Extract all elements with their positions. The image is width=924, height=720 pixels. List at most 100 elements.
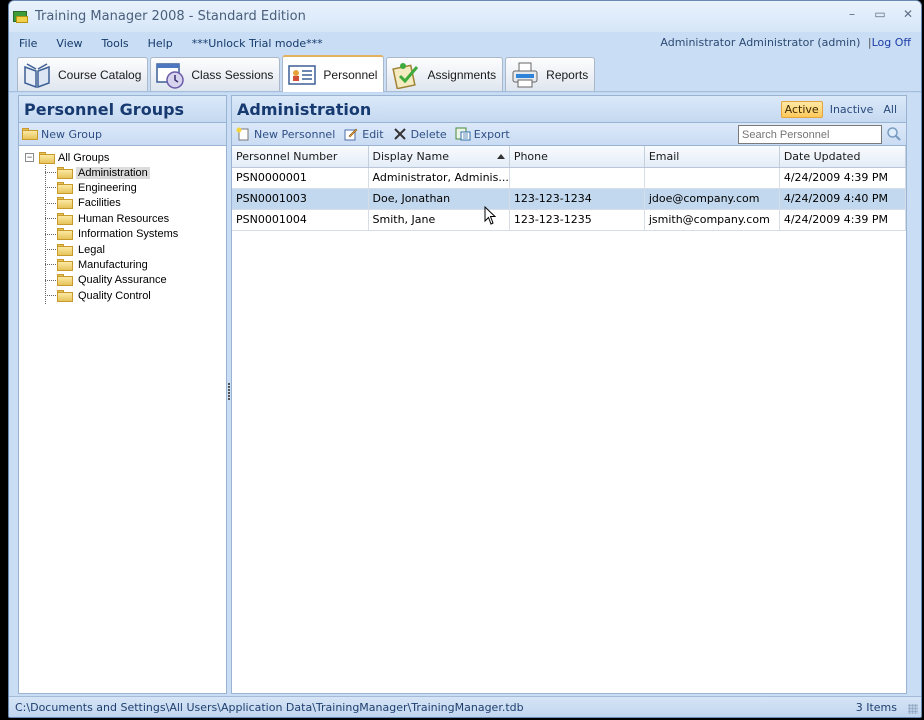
- title-bar: Training Manager 2008 - Standard Edition…: [9, 1, 921, 32]
- tab-reports[interactable]: Reports: [505, 57, 596, 91]
- column-personnel-number[interactable]: Personnel Number: [232, 146, 369, 168]
- tree-item-legal[interactable]: Legal: [45, 242, 226, 257]
- cell-number: PSN0000001: [232, 167, 369, 189]
- cell-updated: 4/24/2009 4:39 PM: [779, 167, 907, 189]
- tab-label: Assignments: [427, 67, 497, 82]
- folder-icon: [57, 197, 73, 210]
- tab-label: Course Catalog: [58, 67, 142, 82]
- column-display-name-label: Display Name: [372, 149, 450, 163]
- item-count: 3 Items: [855, 701, 897, 714]
- collapse-icon[interactable]: −: [25, 153, 34, 162]
- tree-item-human-resources[interactable]: Human Resources: [45, 211, 226, 226]
- resize-grip-icon[interactable]: [908, 704, 918, 714]
- personnel-groups-pane: Personnel Groups New Group − All Groups …: [18, 95, 227, 694]
- personnel-toolbar: New Personnel Edit Delete Export: [232, 123, 906, 146]
- tab-label: Personnel: [323, 67, 378, 82]
- tree-item-engineering[interactable]: Engineering: [45, 180, 226, 195]
- app-logo-icon: [13, 10, 29, 24]
- current-user: Administrator Administrator (admin): [660, 36, 861, 49]
- window-title: Training Manager 2008 - Standard Edition: [35, 9, 306, 24]
- pane-title: Personnel Groups: [19, 96, 226, 123]
- tab-course-catalog[interactable]: Course Catalog: [17, 57, 149, 91]
- status-bar: C:\Documents and Settings\All Users\Appl…: [9, 696, 921, 717]
- folder-icon: [57, 243, 73, 256]
- splitter-grip-icon[interactable]: [228, 383, 230, 401]
- column-email[interactable]: Email: [644, 146, 780, 168]
- delete-x-icon: [392, 127, 408, 141]
- column-phone[interactable]: Phone: [509, 146, 645, 168]
- search-personnel-input[interactable]: [738, 125, 882, 144]
- folder-icon: [57, 212, 73, 225]
- folder-icon: [57, 259, 73, 272]
- search-icon[interactable]: [886, 126, 902, 142]
- tree-root[interactable]: − All Groups: [25, 150, 226, 165]
- menu-help[interactable]: Help: [148, 37, 173, 50]
- cell-phone: 123-123-1235: [509, 209, 645, 231]
- new-group-label: New Group: [41, 127, 102, 141]
- tree-item-administration[interactable]: Administration: [45, 165, 226, 180]
- group-title-text: Administration: [237, 99, 372, 119]
- tree-item-information-systems[interactable]: Information Systems: [45, 227, 226, 242]
- groups-toolbar: New Group: [19, 123, 226, 146]
- tree-item-manufacturing[interactable]: Manufacturing: [45, 257, 226, 272]
- tab-assignments[interactable]: Assignments: [386, 57, 504, 91]
- edit-button[interactable]: Edit: [343, 127, 384, 141]
- cell-updated: 4/24/2009 4:39 PM: [779, 209, 907, 231]
- edit-icon: [343, 127, 359, 141]
- menu-bar: File View Tools Help ***Unlock Trial mod…: [9, 32, 921, 54]
- table-row[interactable]: PSN0001003 Doe, Jonathan 123-123-1234 jd…: [232, 188, 907, 210]
- tab-personnel[interactable]: Personnel: [282, 55, 385, 92]
- menu-file[interactable]: File: [19, 37, 37, 50]
- tab-class-sessions[interactable]: Class Sessions: [150, 57, 281, 91]
- tree-item-facilities[interactable]: Facilities: [45, 196, 226, 211]
- tree-root-label: All Groups: [58, 151, 110, 164]
- log-off-link[interactable]: Log Off: [872, 36, 911, 49]
- table-row[interactable]: PSN0000001 Administrator, Adminis... 4/2…: [232, 167, 907, 189]
- maximize-button[interactable]: ▭: [873, 7, 887, 21]
- folder-icon: [57, 228, 73, 241]
- new-personnel-label: New Personnel: [254, 127, 336, 141]
- new-group-button[interactable]: New Group: [22, 127, 102, 141]
- tree-children: Administration Engineering Facilities Hu…: [45, 165, 226, 304]
- folder-icon: [22, 127, 38, 141]
- group-title: Administration Active Inactive All: [232, 96, 906, 123]
- filter-inactive[interactable]: Inactive: [827, 101, 877, 118]
- column-date-updated[interactable]: Date Updated: [779, 146, 907, 168]
- table-row[interactable]: PSN0001004 Smith, Jane 123-123-1235 jsmi…: [232, 209, 907, 231]
- filter-all[interactable]: All: [880, 101, 900, 118]
- tree-item-quality-control[interactable]: Quality Control: [45, 288, 226, 303]
- main-tabs: Course Catalog Class Sessions Personnel …: [9, 54, 921, 92]
- export-label: Export: [473, 127, 510, 141]
- folder-icon: [57, 274, 73, 287]
- delete-button[interactable]: Delete: [392, 127, 447, 141]
- personnel-table: Personnel Number Display Name Phone Emai…: [232, 146, 907, 231]
- column-display-name[interactable]: Display Name: [368, 146, 510, 168]
- filter-active[interactable]: Active: [780, 101, 823, 118]
- database-path: C:\Documents and Settings\All Users\Appl…: [15, 700, 524, 714]
- printer-icon: [510, 61, 540, 89]
- folder-icon: [39, 151, 55, 164]
- folder-icon: [57, 289, 73, 302]
- tab-label: Class Sessions: [191, 67, 274, 82]
- menu-tools[interactable]: Tools: [102, 37, 129, 50]
- mouse-cursor-icon: [484, 206, 497, 225]
- clock-window-icon: [155, 61, 185, 89]
- delete-label: Delete: [410, 127, 447, 141]
- new-personnel-button[interactable]: New Personnel: [235, 127, 335, 141]
- folder-open-icon: [57, 166, 73, 179]
- cell-email: jsmith@company.com: [644, 209, 780, 231]
- user-info: Administrator Administrator (admin) |Log…: [660, 36, 911, 49]
- cell-phone: [509, 167, 645, 189]
- personnel-list-pane: Administration Active Inactive All New P…: [231, 95, 907, 694]
- tree-item-quality-assurance[interactable]: Quality Assurance: [45, 273, 226, 288]
- cell-email: jdoe@company.com: [644, 188, 780, 210]
- export-button[interactable]: Export: [455, 127, 510, 141]
- cell-updated: 4/24/2009 4:40 PM: [779, 188, 907, 210]
- edit-label: Edit: [362, 127, 384, 141]
- menu-unlock-trial[interactable]: ***Unlock Trial mode***: [192, 37, 323, 50]
- status-filter: Active Inactive All: [777, 101, 900, 118]
- cell-number: PSN0001004: [232, 209, 369, 231]
- close-button[interactable]: ✕: [901, 7, 915, 21]
- minimize-button[interactable]: –: [845, 7, 859, 21]
- menu-view[interactable]: View: [56, 37, 82, 50]
